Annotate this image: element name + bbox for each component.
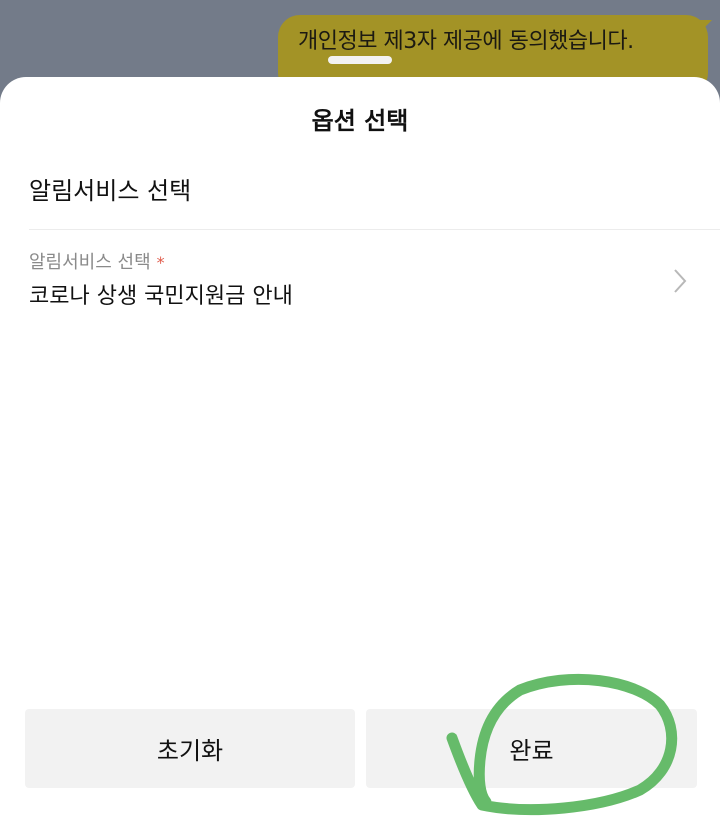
option-bottom-sheet: 옵션 선택 알림서비스 선택 알림서비스 선택 * 코로나 상생 국민지원금 안내… xyxy=(0,77,720,819)
sheet-title: 옵션 선택 xyxy=(311,107,409,135)
chevron-right-icon xyxy=(674,269,687,293)
done-button[interactable]: 완료 xyxy=(366,709,697,788)
reset-button[interactable]: 초기화 xyxy=(25,709,355,788)
chat-bubble-tail xyxy=(700,20,712,32)
alert-service-selector[interactable]: 알림서비스 선택 * 코로나 상생 국민지원금 안내 xyxy=(0,230,720,320)
field-value: 코로나 상생 국민지원금 안내 xyxy=(29,284,293,309)
field-label-text: 알림서비스 선택 xyxy=(29,252,151,273)
required-mark: * xyxy=(156,253,165,272)
sheet-drag-handle[interactable] xyxy=(328,56,392,64)
field-label: 알림서비스 선택 * xyxy=(29,248,165,274)
section-title: 알림서비스 선택 xyxy=(29,177,192,205)
